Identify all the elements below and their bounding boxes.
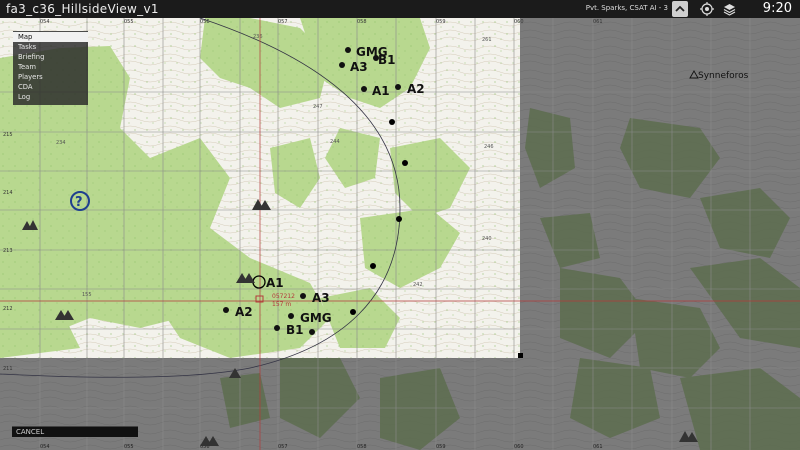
grid-label-bottom-7: 061 (593, 444, 603, 450)
menu-item-briefing[interactable]: Briefing (13, 52, 88, 62)
grid-label-left-3: 212 (3, 306, 13, 312)
layers-icon[interactable] (721, 1, 737, 17)
grid-label-bottom-5: 059 (436, 444, 446, 450)
town-label: Synneforos (698, 71, 749, 81)
menu-item-cda[interactable]: CDA (13, 82, 88, 92)
menu-item-team[interactable]: Team (13, 62, 88, 72)
mission-title: fa3_c36_HillsideView_v1 (6, 2, 159, 16)
grid-label-top-4: 058 (357, 19, 367, 25)
cancel-button[interactable]: CANCEL (12, 426, 138, 437)
grid-label-bottom-1: 055 (124, 444, 134, 450)
grid-label-top-1: 055 (124, 19, 134, 25)
game-screen: fa3_c36_HillsideView_v1 Pvt. Sparks, CSA… (0, 0, 800, 450)
unit-label-b1: B1 (378, 53, 396, 67)
grid-label-top-7: 061 (593, 19, 603, 25)
elevation-label: 240 (482, 236, 492, 242)
svg-text:?: ? (75, 195, 83, 210)
grid-label-left-0: 215 (3, 132, 13, 138)
grid-label-top-5: 059 (436, 19, 446, 25)
elevation-label: 155 (82, 292, 92, 298)
chevron-up-icon[interactable] (672, 1, 688, 17)
unit-label-a2: A2 (407, 82, 425, 96)
unit-label-a1: A1 (372, 84, 390, 98)
gps-icon[interactable] (699, 1, 715, 17)
menu-item-log[interactable]: Log (13, 92, 88, 102)
grid-label-bottom-3: 057 (278, 444, 288, 450)
clock: 9:20 (762, 1, 792, 16)
menu-item-map[interactable]: Map (13, 32, 88, 42)
elevation-label: 244 (330, 139, 340, 145)
unit-label-b1-south: B1 (286, 323, 304, 337)
top-bar: fa3_c36_HillsideView_v1 Pvt. Sparks, CSA… (0, 0, 800, 18)
elevation-label: 261 (482, 37, 492, 43)
menu-item-players[interactable]: Players (13, 72, 88, 82)
unit-label-a2-south: A2 (235, 305, 253, 319)
elevation-label: 234 (56, 140, 66, 146)
player-info: Pvt. Sparks, CSAT AI - 3 (585, 4, 668, 12)
unit-label-gmg-south: GMG (300, 311, 332, 325)
elevation-label: 242 (413, 282, 423, 288)
elevation-label: 246 (484, 144, 494, 150)
map[interactable]: 054 055 056 057 058 059 060 061 054 055 … (0, 18, 800, 450)
menu-item-tasks[interactable]: Tasks (13, 42, 88, 52)
elevation-label: 247 (313, 104, 323, 110)
grid-label-left-2: 213 (3, 248, 13, 254)
unit-label-a1-south: A1 (266, 276, 284, 290)
grid-label-bottom-0: 054 (40, 444, 50, 450)
grid-label-top-6: 060 (514, 19, 524, 25)
cursor-distance: 157 m (272, 301, 291, 308)
unit-label-a3: A3 (350, 60, 368, 74)
grid-label-left-4: 211 (3, 366, 13, 372)
grid-label-bottom-6: 060 (514, 444, 524, 450)
grid-label-bottom-4: 058 (357, 444, 367, 450)
cursor-coordinate: 057212 (272, 293, 295, 300)
grid-label-top-3: 057 (278, 19, 288, 25)
side-menu: Map Tasks Briefing Team Players CDA Log (13, 31, 88, 105)
waypoint-end-marker (518, 353, 523, 358)
grid-label-left-1: 214 (3, 190, 13, 196)
grid-label-top-0: 054 (40, 19, 50, 25)
unit-label-a3-south: A3 (312, 291, 330, 305)
